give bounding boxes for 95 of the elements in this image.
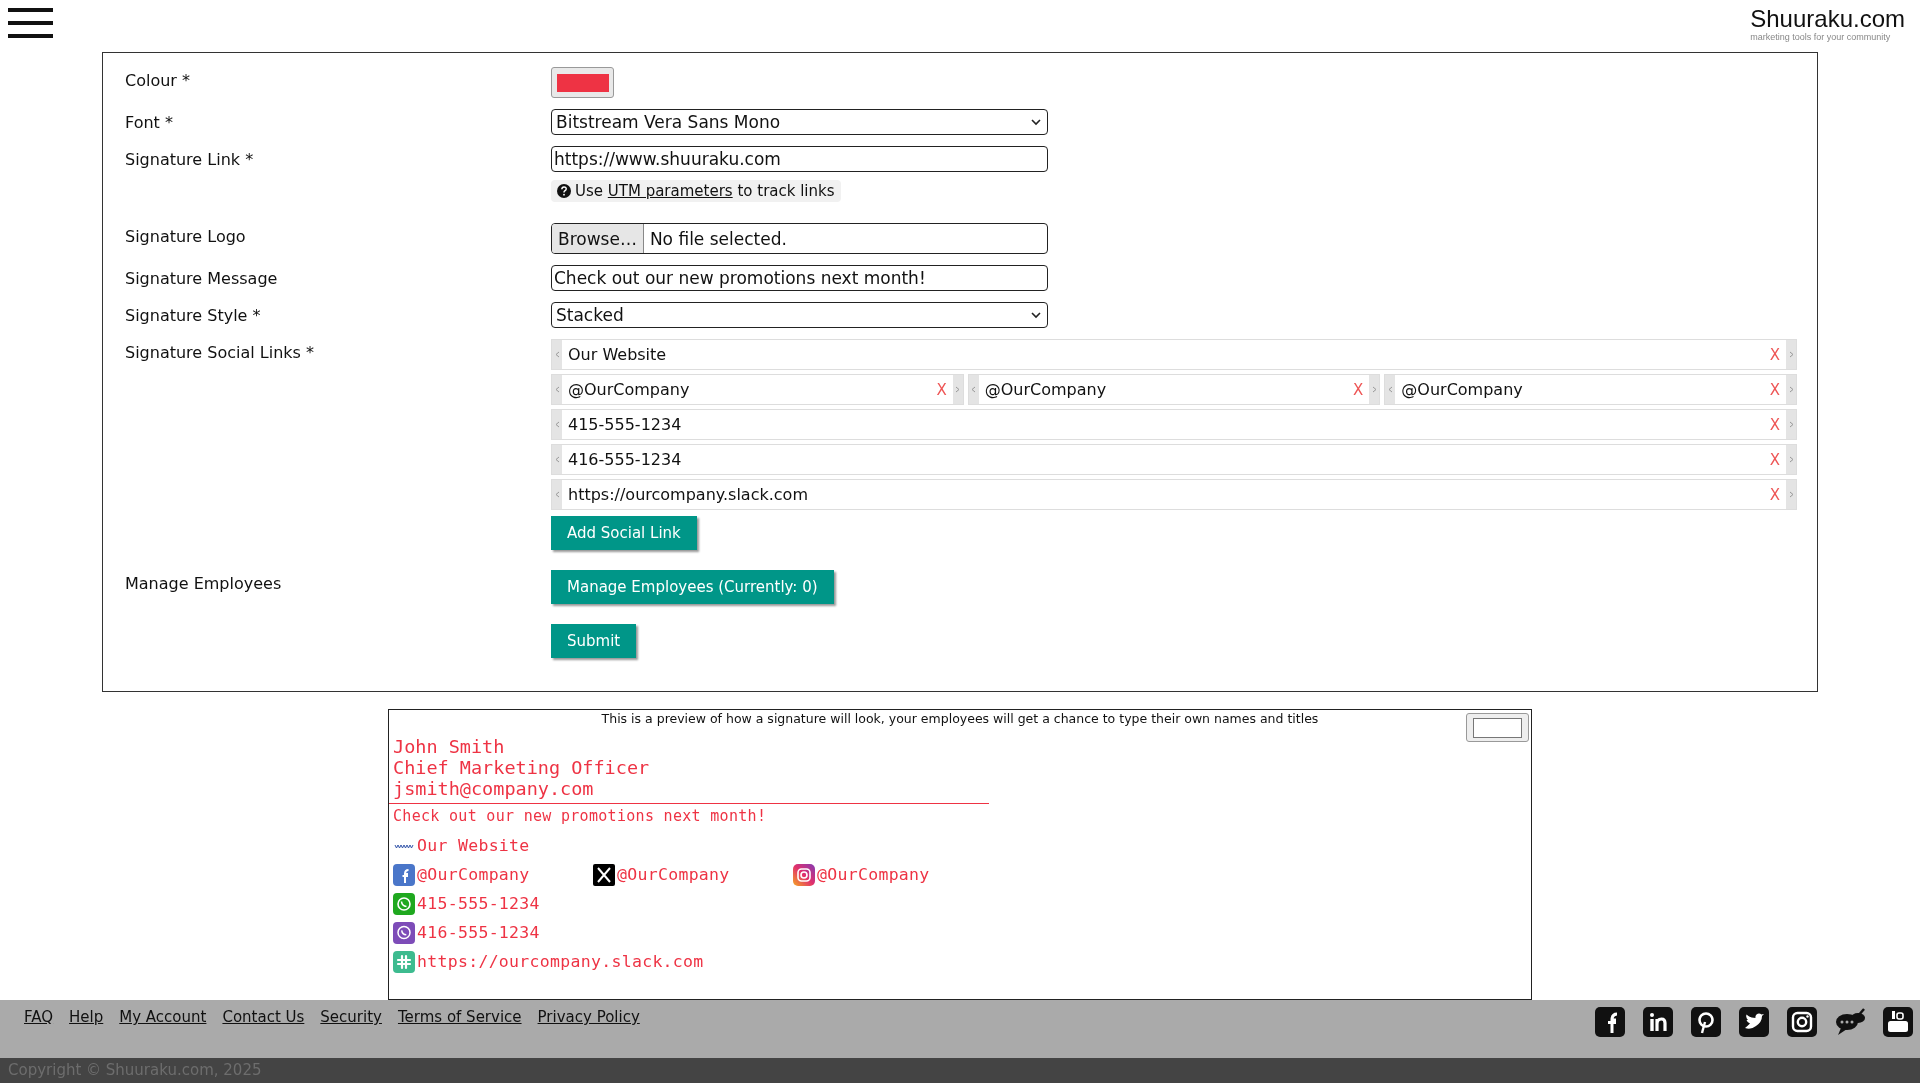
instagram-icon xyxy=(793,863,815,886)
www-icon xyxy=(394,844,414,848)
field-label: Colour * xyxy=(125,70,191,92)
chevron-down-icon xyxy=(1031,311,1041,319)
help-icon xyxy=(557,184,571,198)
move-left-icon xyxy=(554,421,560,428)
colour-picker[interactable] xyxy=(551,67,614,98)
signature-link[interactable]: https://ourcompany.slack.com xyxy=(417,952,704,971)
facebook-icon xyxy=(393,863,415,886)
chat-bubbles-icon xyxy=(1835,1007,1865,1037)
site-name: Shuuraku.com xyxy=(1750,6,1905,32)
x-logo-icon xyxy=(593,863,615,886)
remove-button[interactable]: X xyxy=(1763,345,1786,364)
field-label: Signature Message xyxy=(125,268,279,290)
facebook-icon xyxy=(1595,1007,1625,1037)
social-link-value[interactable]: @OurCompany xyxy=(562,380,931,399)
move-right-icon xyxy=(1371,386,1377,393)
move-right-icon xyxy=(1788,491,1794,498)
footer-link[interactable]: Contact Us xyxy=(222,1008,305,1026)
move-right-icon xyxy=(1788,386,1794,393)
instagram-icon xyxy=(1787,1007,1817,1037)
field-label: Signature Logo xyxy=(125,226,247,248)
action-button[interactable]: Manage Employees (Currently: 0) xyxy=(551,570,834,604)
slack-icon xyxy=(393,950,415,973)
menu-button[interactable] xyxy=(8,6,53,40)
field-label: Signature Social Links * xyxy=(125,342,315,364)
remove-button[interactable]: X xyxy=(1347,380,1370,399)
footer-link[interactable]: My Account xyxy=(119,1008,207,1026)
social-media-link[interactable] xyxy=(1787,1007,1817,1037)
action-button[interactable]: Submit xyxy=(551,624,637,658)
social-link-value[interactable]: @OurCompany xyxy=(978,380,1348,399)
select-field[interactable]: Stacked xyxy=(551,302,1048,328)
utm-link[interactable]: UTM parameters xyxy=(607,182,733,200)
file-status: No file selected. xyxy=(649,228,787,249)
move-left-icon xyxy=(554,351,560,358)
move-left-icon xyxy=(554,386,560,393)
move-right-icon xyxy=(955,386,961,393)
signature-link[interactable]: 416-555-1234 xyxy=(417,923,540,942)
signature-name: John Smith xyxy=(393,736,505,757)
social-link-value[interactable]: 415-555-1234 xyxy=(562,415,1764,434)
footer-link[interactable]: Security xyxy=(320,1008,382,1026)
add-social-link-button[interactable]: Add Social Link xyxy=(551,516,697,550)
field-label: Signature Link * xyxy=(125,149,255,171)
footer-link[interactable]: Privacy Policy xyxy=(537,1008,640,1026)
move-left-icon xyxy=(971,386,977,393)
signature-message: Check out our new promotions next month! xyxy=(393,807,767,825)
signature-link[interactable]: Our Website xyxy=(417,836,530,855)
menu-icon xyxy=(8,8,53,38)
toggle-button[interactable] xyxy=(1466,713,1529,742)
social-media-link[interactable] xyxy=(1595,1007,1625,1037)
social-media-link[interactable] xyxy=(1835,1007,1865,1037)
social-media-link[interactable] xyxy=(1739,1007,1769,1037)
field-label: Font * xyxy=(125,112,174,134)
field-label: Signature Style * xyxy=(125,305,262,327)
social-link-value[interactable]: Our Website xyxy=(562,345,1764,364)
signature-link[interactable]: @OurCompany xyxy=(417,865,530,884)
signature-title: Chief Marketing Officer xyxy=(393,757,650,778)
pinterest-icon xyxy=(1691,1007,1721,1037)
move-left-icon xyxy=(1387,386,1393,393)
move-right-icon xyxy=(1788,421,1794,428)
whatsapp-icon xyxy=(393,892,415,915)
signature-link[interactable]: 415-555-1234 xyxy=(417,894,540,913)
social-media-link[interactable] xyxy=(1691,1007,1721,1037)
social-link-value[interactable]: @OurCompany xyxy=(1395,380,1764,399)
hint-text: Use UTM parameters to track links xyxy=(575,182,835,200)
move-left-icon xyxy=(554,456,560,463)
field-label: Manage Employees xyxy=(125,573,283,595)
signature-link[interactable]: @OurCompany xyxy=(617,865,730,884)
remove-button[interactable]: X xyxy=(1763,380,1786,399)
social-link-value[interactable]: 416-555-1234 xyxy=(562,450,1764,469)
linkedin-icon xyxy=(1643,1007,1673,1037)
input-field[interactable]: https://www.shuuraku.com xyxy=(551,146,1048,172)
bird-icon xyxy=(1739,1007,1769,1037)
site-tagline: marketing tools for your community xyxy=(1750,32,1891,42)
remove-button[interactable]: X xyxy=(1763,450,1786,469)
social-media-link[interactable] xyxy=(1643,1007,1673,1037)
preview-note: This is a preview of how a signature will look, your employees will get a chance to type their own names and titles xyxy=(600,710,1320,726)
select-field[interactable]: Bitstream Vera Sans Mono xyxy=(551,109,1048,135)
move-right-icon xyxy=(1788,456,1794,463)
remove-button[interactable]: X xyxy=(930,380,953,399)
footer-link[interactable]: Help xyxy=(69,1008,104,1026)
footer-link[interactable]: FAQ xyxy=(24,1008,54,1026)
chevron-down-icon xyxy=(1031,118,1041,126)
move-right-icon xyxy=(1788,351,1794,358)
move-left-icon xyxy=(554,491,560,498)
remove-button[interactable]: X xyxy=(1763,485,1786,504)
social-link-value[interactable]: https://ourcompany.slack.com xyxy=(562,485,1764,504)
footer-link[interactable]: Terms of Service xyxy=(397,1008,522,1026)
remove-button[interactable]: X xyxy=(1763,415,1786,434)
file-field[interactable]: Browse… No file selected. xyxy=(551,223,1048,254)
viber-icon xyxy=(393,921,415,944)
browse-button[interactable]: Browse… xyxy=(552,224,644,253)
signature-email: jsmith@company.com xyxy=(393,778,594,799)
signature-link[interactable]: @OurCompany xyxy=(817,865,930,884)
input-field[interactable]: Check out our new promotions next month! xyxy=(551,265,1048,291)
